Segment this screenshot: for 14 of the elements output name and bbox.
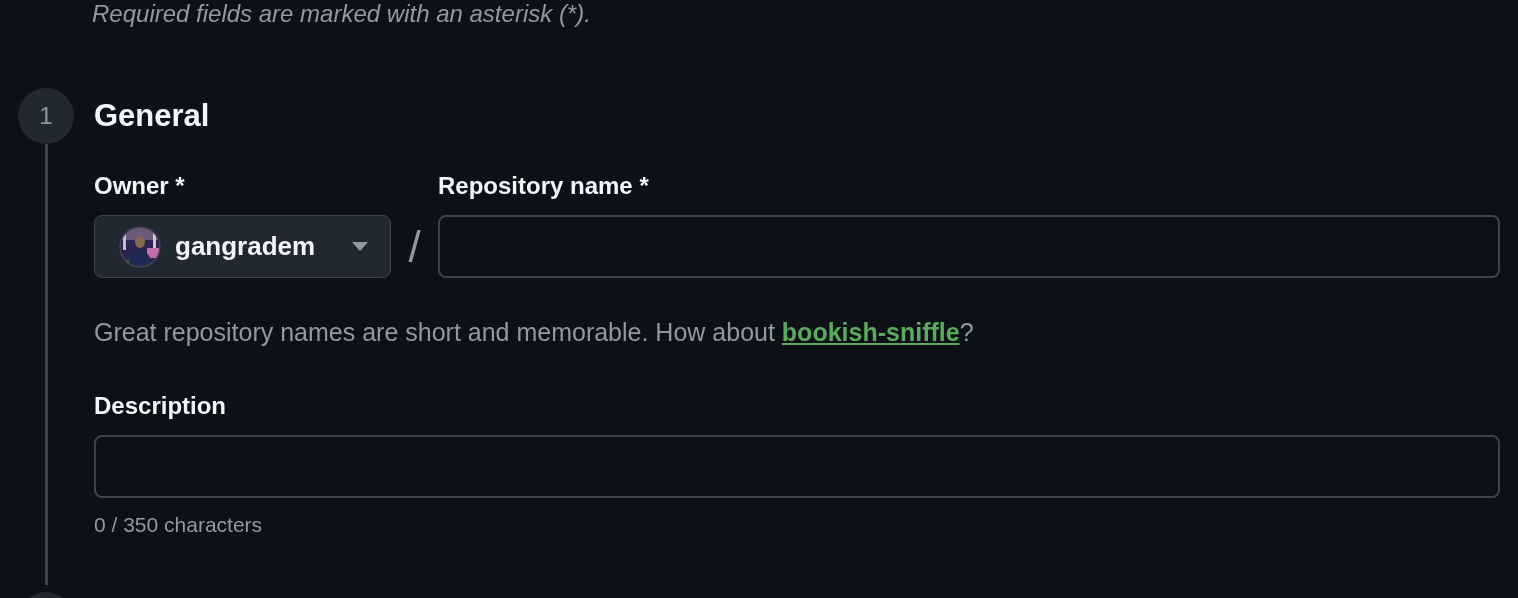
name-suggestion-text: Great repository names are short and memorable. How about bookish-sniffle? [94,317,975,347]
repository-name-field[interactable] [438,215,1500,278]
description-label: Description [94,391,228,421]
suggested-name-link[interactable]: bookish-sniffle [781,318,960,346]
section-title: General [94,96,211,135]
caret-icon [352,242,368,251]
path-separator: / [407,221,422,273]
step-number: 1 [18,88,74,144]
description-field[interactable] [94,435,1500,498]
owner-label: Owner * [94,171,186,201]
repository-name-label: Repository name * [438,171,650,201]
required-fields-note: Required fields are marked with an asterisk (*). [91,0,592,28]
character-counter: 0 / 350 characters [94,512,264,538]
owner-dropdown[interactable]: gangradem [94,215,391,278]
